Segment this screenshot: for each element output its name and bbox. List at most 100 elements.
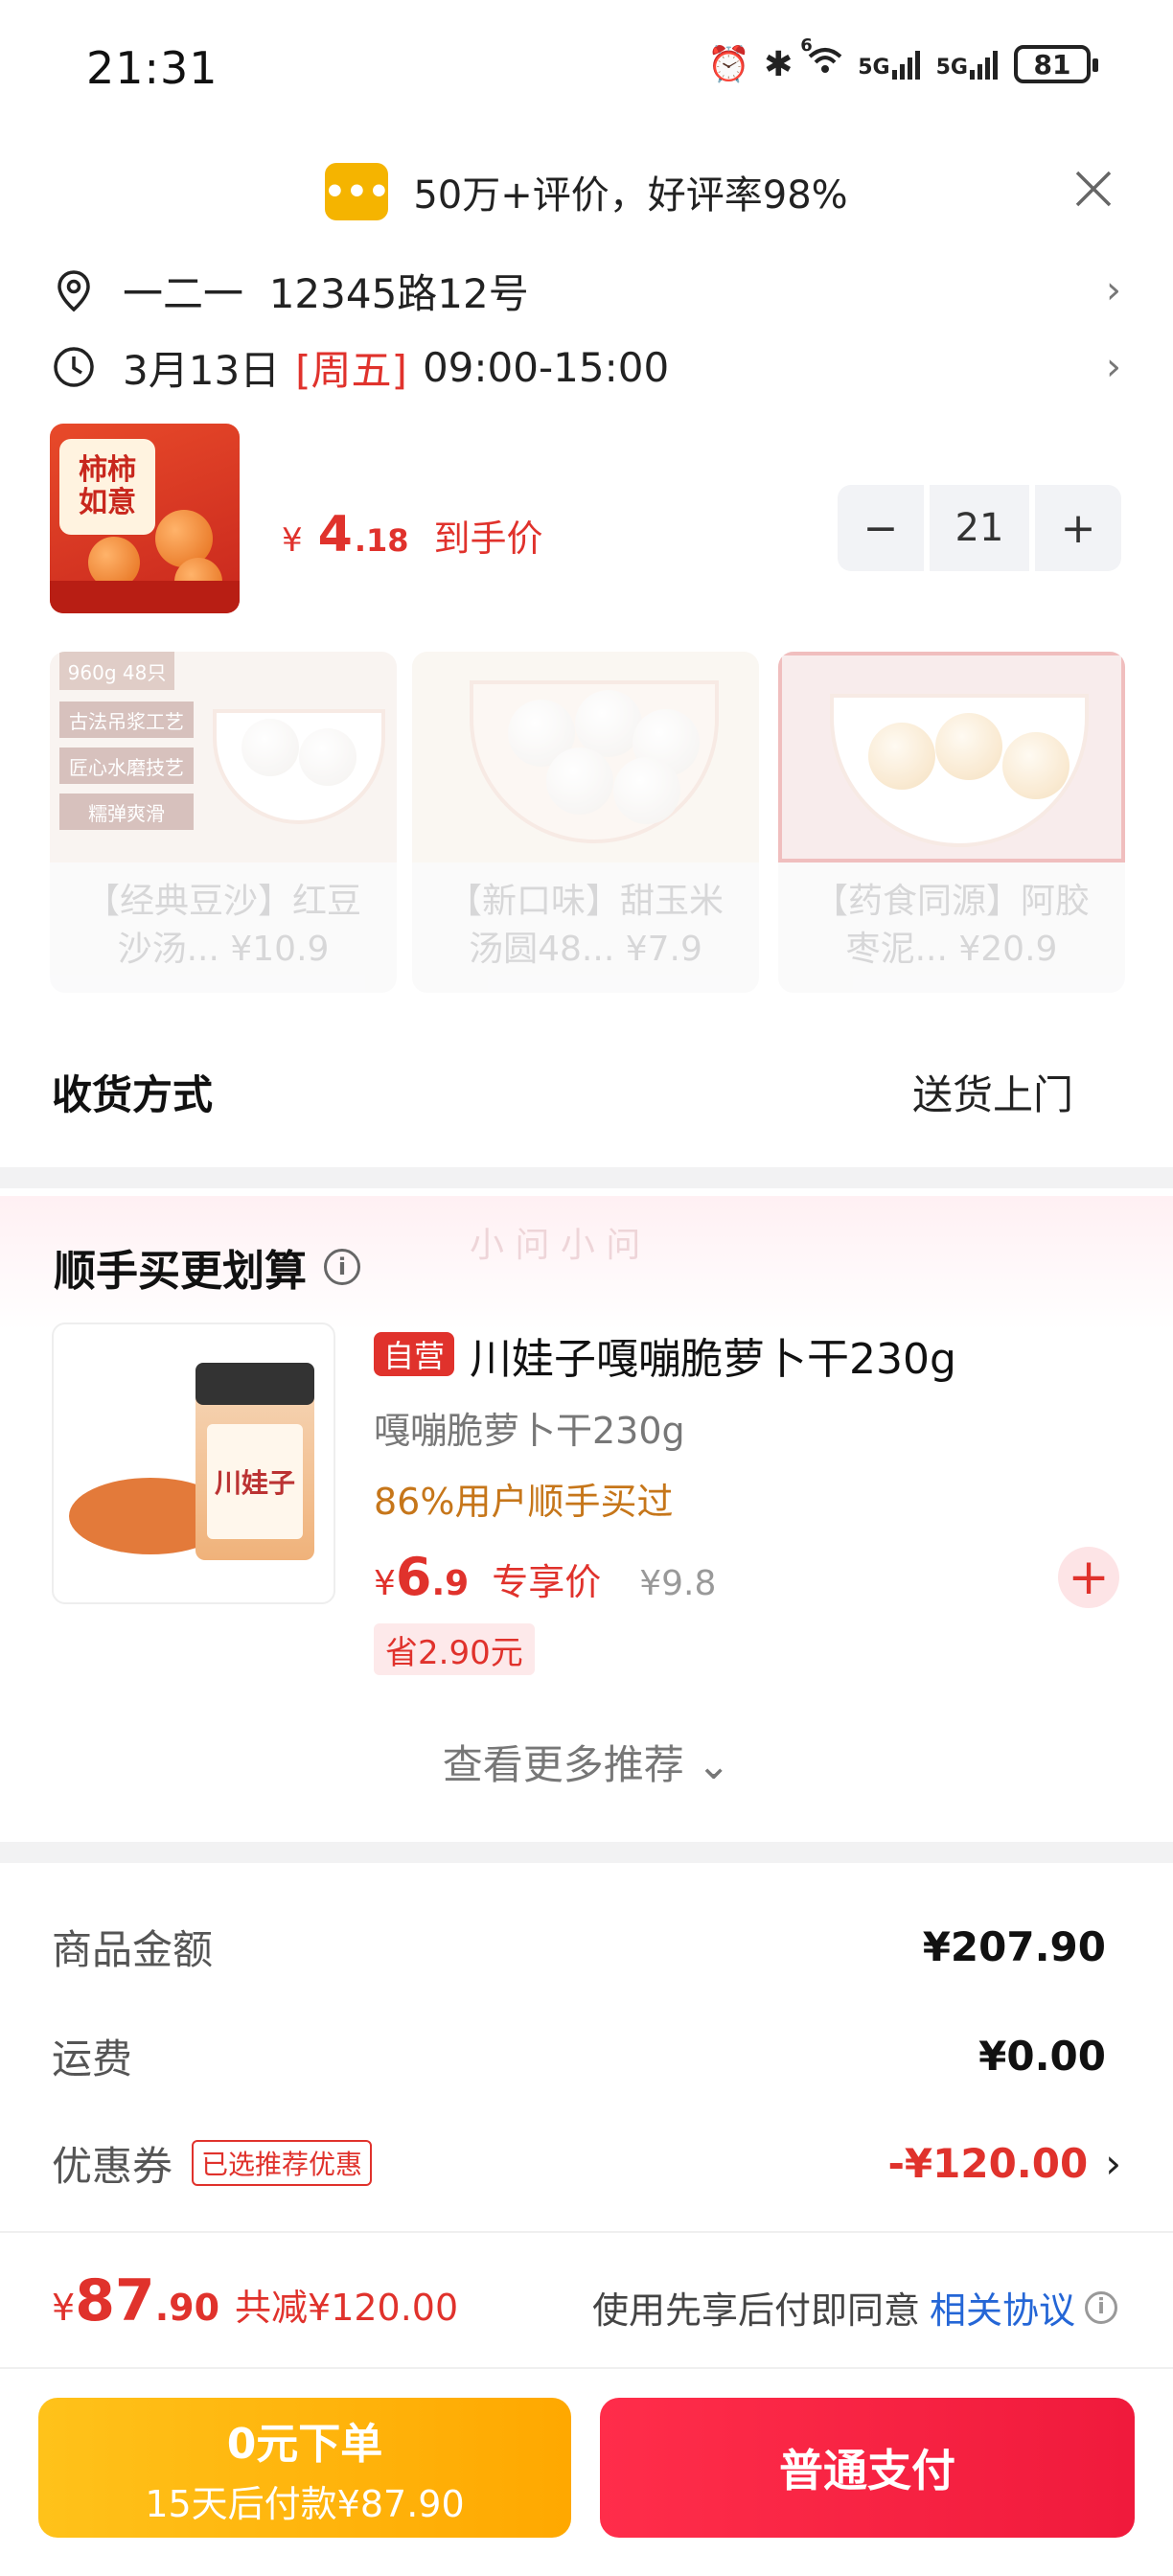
watermark: 小 问 小 问 [470, 1226, 641, 1265]
battery-icon: 81 [1014, 45, 1098, 83]
alarm-icon: ⏰ [707, 45, 751, 84]
recommendation-title: 【新口味】甜玉米 汤圆48... ¥7.9 [412, 878, 759, 974]
agreement-text: 使用先享后付即同意 相关协议 i [592, 2281, 1117, 2334]
product-thumb-text: 柿柿 如意 [59, 439, 155, 535]
delivery-window: 09:00-15:00 [422, 343, 670, 391]
wifi-icon: 6 [800, 35, 844, 84]
zero-order-title: 0元下单 [226, 2419, 383, 2469]
chevron-right-icon: › [1106, 345, 1121, 389]
item-image[interactable]: 川娃子 [52, 1322, 335, 1604]
delivery-weekday: [周五] [295, 346, 407, 394]
zero-order-subtitle: 15天后付款¥87.90 [145, 2482, 465, 2525]
recommendation-card[interactable]: 【药食同源】阿胶 枣泥... ¥20.9 [778, 652, 1125, 993]
status-icons: ⏰ ✱ 6 5G 5G 81 [707, 35, 1098, 84]
shipping-value: ¥0.00 [978, 2032, 1106, 2080]
rec-line1: 【经典豆沙】红豆 [84, 882, 361, 921]
item-price: ¥ 6 .9 专享价 ¥9.8 [374, 1547, 716, 1607]
divider [0, 2231, 1173, 2233]
clock-icon [54, 347, 94, 387]
jar-lid-shape [196, 1363, 314, 1405]
total-currency: ¥ [52, 2287, 76, 2329]
section-divider [0, 1167, 1173, 1188]
review-banner: ••• 50万+评价，好评率98% [0, 161, 1173, 222]
goods-amount-label: 商品金额 [52, 1925, 214, 1973]
price-int: 4 [317, 506, 353, 564]
recommendation-title: 【经典豆沙】红豆 沙汤... ¥10.9 [50, 878, 397, 974]
rec-img-text: 古法吊浆工艺 [59, 702, 194, 738]
rec-line1: 【新口味】甜玉米 [447, 882, 724, 921]
jar-label: 川娃子 [207, 1424, 303, 1539]
section-divider [0, 1842, 1173, 1863]
add-item-button[interactable]: + [1058, 1547, 1119, 1608]
rec-img-text: 960g 48只 [59, 652, 174, 690]
rec-img-text: 糯弹爽滑 [59, 794, 194, 830]
increase-button[interactable]: + [1035, 485, 1121, 571]
bluetooth-icon: ✱ [764, 44, 794, 84]
rec-line2: 枣泥... ¥20.9 [845, 930, 1058, 969]
price-dec: .18 [354, 522, 409, 559]
message-icon: ••• [324, 163, 390, 220]
agreement-link[interactable]: 相关协议 [930, 2281, 1075, 2334]
item-subtitle: 嘎嘣脆萝卜干230g [374, 1410, 685, 1452]
recommendation-image [412, 652, 759, 862]
signal-label: 5G [858, 56, 890, 80]
divider [0, 2367, 1173, 2369]
shipping-label: 运费 [52, 2035, 133, 2082]
goods-amount-row: 商品金额 ¥207.90 [52, 1913, 1106, 1980]
delivery-time-row[interactable]: 3月13日 [周五] 09:00-15:00 › [52, 334, 1121, 401]
signal-label: 5G [935, 56, 968, 80]
self-operated-badge: 自营 [374, 1332, 454, 1376]
item-title[interactable]: 川娃子嘎嘣脆萝卜干230g [470, 1324, 956, 1386]
item-price-int: 6 [395, 1547, 432, 1607]
decrease-button[interactable]: − [838, 485, 924, 571]
quantity-value[interactable]: 21 [930, 485, 1029, 571]
wifi-badge: 6 [800, 34, 813, 56]
save-badge: 省2.90元 [374, 1623, 535, 1675]
rec-line2: 汤圆48... ¥7.9 [469, 930, 702, 969]
price-label: 到手价 [433, 518, 543, 560]
delivery-method-label: 收货方式 [52, 1070, 214, 1118]
recommendation-card[interactable]: 【新口味】甜玉米 汤圆48... ¥7.9 [412, 652, 759, 993]
recommendation-card[interactable]: 960g 48只 古法吊浆工艺 匠心水磨技艺 糯弹爽滑 【经典豆沙】红豆 沙汤.… [50, 652, 397, 993]
item-price-label: 专享价 [492, 1561, 602, 1603]
total-reduced: 共减¥120.00 [235, 2287, 459, 2329]
chevron-right-icon: › [1106, 268, 1121, 312]
coupon-tag: 已选推荐优惠 [192, 2140, 373, 2186]
info-icon[interactable]: i [324, 1249, 360, 1285]
total-int: 87 [75, 2267, 155, 2334]
product-price: ¥ 4 .18 到手价 [282, 506, 543, 564]
coupon-label: 优惠券 [52, 2142, 173, 2190]
buy-together-title-text: 顺手买更划算 [54, 1247, 307, 1296]
info-icon[interactable]: i [1085, 2290, 1117, 2324]
delivery-method-row[interactable]: 收货方式 送货上门 [52, 1058, 1117, 1125]
rec-img-text: 匠心水磨技艺 [59, 748, 194, 784]
rec-line2: 沙汤... ¥10.9 [117, 930, 330, 969]
item-price-currency: ¥ [374, 1564, 396, 1603]
review-text: 50万+评价，好评率98% [413, 173, 848, 218]
shipping-row: 运费 ¥0.00 [52, 2022, 1106, 2089]
quantity-stepper: − 21 + [838, 485, 1121, 571]
delivery-date: 3月13日 [123, 346, 281, 394]
price-currency: ¥ [282, 521, 303, 560]
close-icon[interactable] [1070, 165, 1117, 213]
coupon-value: -¥120.00 [887, 2139, 1089, 2187]
zero-yuan-order-button[interactable]: 0元下单 15天后付款¥87.90 [38, 2398, 571, 2538]
normal-pay-button[interactable]: 普通支付 [600, 2398, 1135, 2538]
item-original-price: ¥9.8 [639, 1564, 717, 1603]
status-time: 21:31 [86, 42, 218, 94]
location-pin-icon [58, 270, 90, 312]
total-price: ¥ 87 .90 共减¥120.00 [52, 2267, 458, 2334]
signal-icon: 5G [936, 49, 1000, 80]
agreement-prefix: 使用先享后付即同意 [591, 2289, 920, 2332]
coupon-row[interactable]: 优惠券 已选推荐优惠 -¥120.00 › [52, 2129, 1121, 2196]
address-row[interactable]: 一二一 12345路12号 › [52, 257, 1121, 324]
product-thumbnail[interactable]: 柿柿 如意 [50, 424, 240, 613]
total-dec: .90 [154, 2287, 220, 2329]
rec-line1: 【药食同源】阿胶 [813, 882, 1090, 921]
see-more-recommendations[interactable]: 查看更多推荐 ⌄ [0, 1733, 1173, 1791]
goods-amount-value: ¥207.90 [922, 1922, 1106, 1970]
battery-level: 81 [1033, 48, 1071, 80]
recommendation-image [778, 652, 1125, 862]
recommendation-title: 【药食同源】阿胶 枣泥... ¥20.9 [778, 878, 1125, 974]
item-bought-rate: 86%用户顺手买过 [374, 1481, 674, 1523]
